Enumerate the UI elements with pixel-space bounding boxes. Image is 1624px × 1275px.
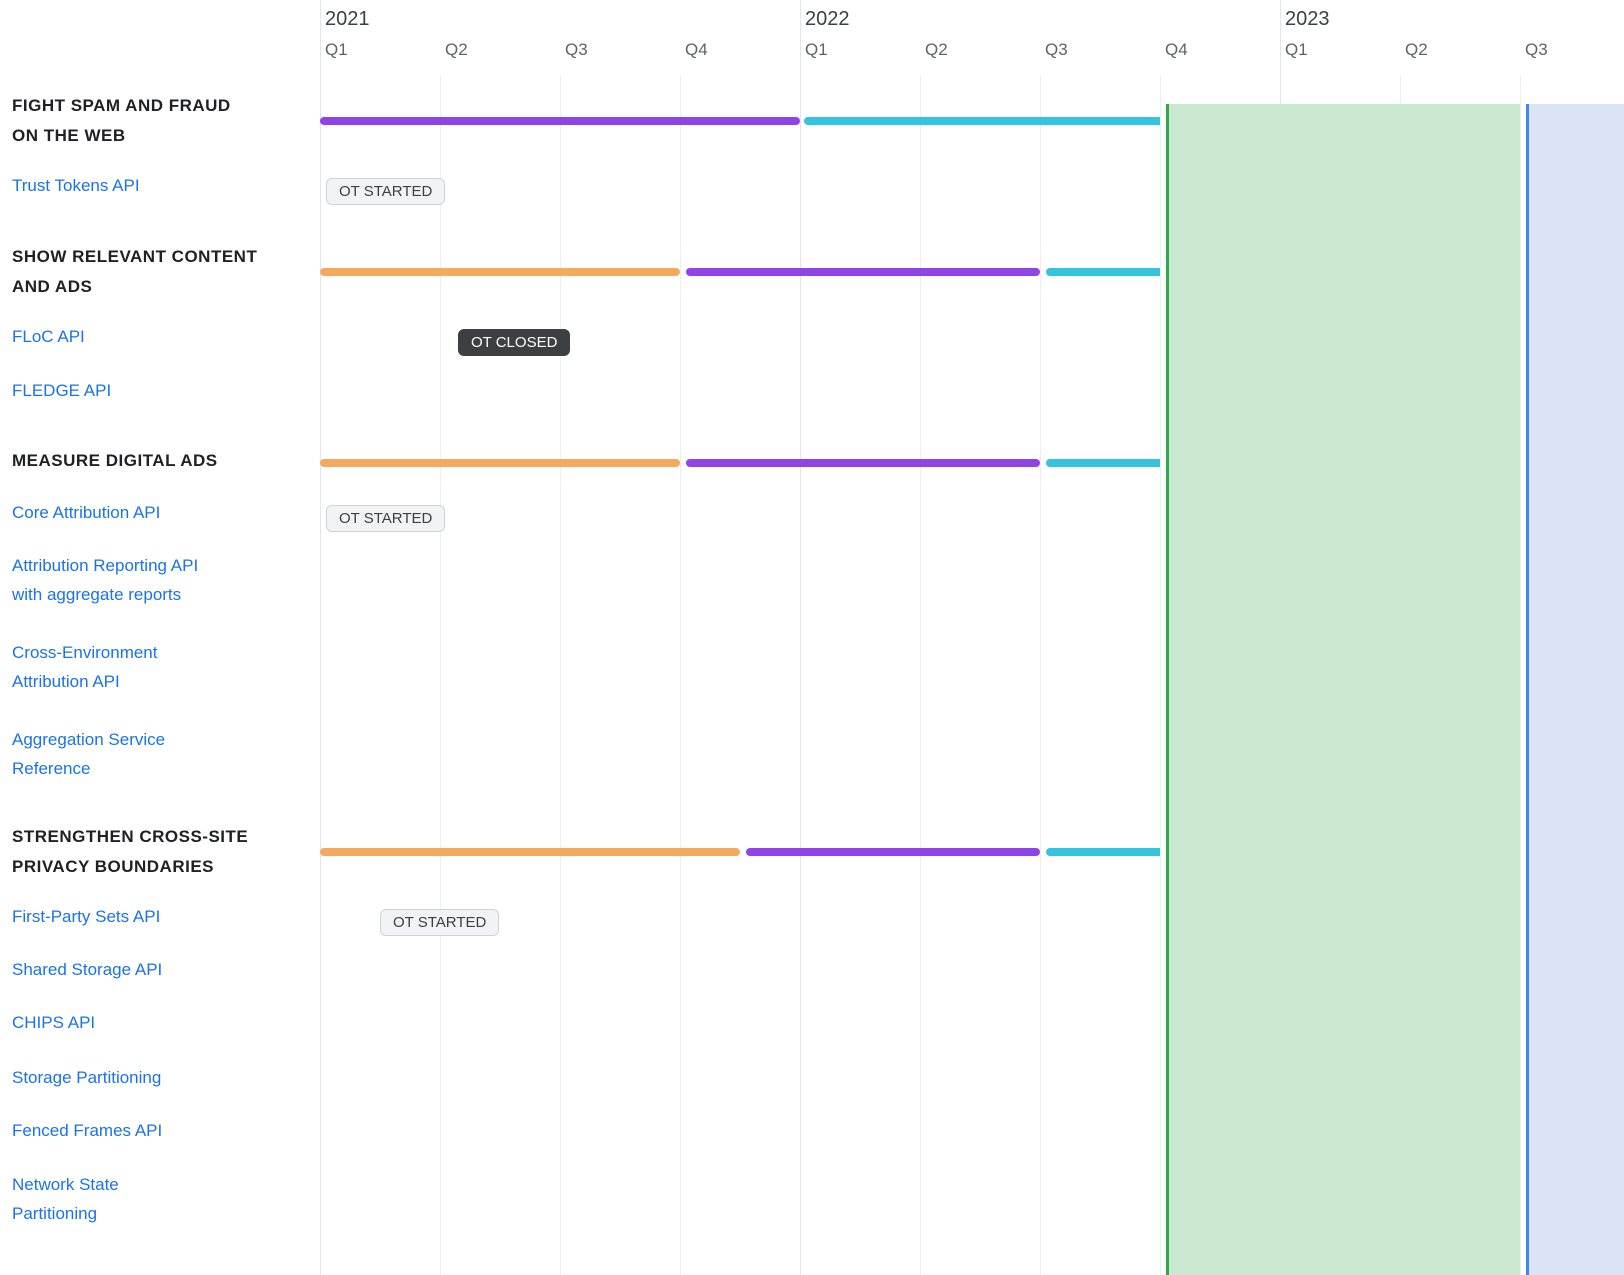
year-label: 2022 [805,8,850,31]
api-link[interactable]: Aggregation Service [12,730,165,750]
timeline-bar [320,117,800,125]
timeline-bar [686,268,1040,276]
year-gridline [320,0,321,1275]
quarter-label: Q4 [685,40,708,60]
quarter-label: Q3 [1045,40,1068,60]
api-link[interactable]: Core Attribution API [12,503,160,523]
quarter-gridline [440,75,441,1275]
api-link[interactable]: First-Party Sets API [12,907,160,927]
quarter-label: Q1 [325,40,348,60]
section-heading: SHOW RELEVANT CONTENT [12,247,257,267]
timeline-bar [320,459,680,467]
section-heading: FIGHT SPAM AND FRAUD [12,96,231,116]
api-link: Reference [12,759,90,779]
quarter-label: Q4 [1165,40,1188,60]
quarter-gridline [1040,75,1041,1275]
quarter-label: Q2 [445,40,468,60]
status-badge: OT STARTED [380,909,499,936]
quarter-gridline [1520,75,1521,1275]
quarter-label: Q3 [1525,40,1548,60]
quarter-label: Q2 [1405,40,1428,60]
quarter-label: Q1 [805,40,828,60]
status-badge: OT STARTED [326,178,445,205]
api-link[interactable]: FLEDGE API [12,381,111,401]
section-heading: MEASURE DIGITAL ADS [12,451,218,471]
api-link[interactable]: CHIPS API [12,1013,95,1033]
api-link: with aggregate reports [12,585,181,605]
section-heading: ON THE WEB [12,126,126,146]
year-gridline [800,0,801,1275]
quarter-label: Q2 [925,40,948,60]
timeline-bar [320,268,680,276]
year-label: 2021 [325,8,370,31]
status-badge: OT CLOSED [458,329,570,356]
api-link: Partitioning [12,1204,97,1224]
section-heading: STRENGTHEN CROSS-SITE [12,827,248,847]
quarter-label: Q3 [565,40,588,60]
section-heading: AND ADS [12,277,92,297]
api-link[interactable]: Storage Partitioning [12,1068,161,1088]
timeline-bar [320,848,740,856]
timeline-bar [1046,459,1160,467]
status-badge: OT STARTED [326,505,445,532]
api-link[interactable]: Network State [12,1175,119,1195]
api-link[interactable]: FLoC API [12,327,85,347]
api-link[interactable]: Cross-Environment [12,643,158,663]
api-link[interactable]: Fenced Frames API [12,1121,162,1141]
api-link[interactable]: Shared Storage API [12,960,162,980]
api-link[interactable]: Trust Tokens API [12,176,140,196]
api-link: Attribution API [12,672,120,692]
timeline-bar [1046,848,1160,856]
phase-zone [1526,104,1624,1275]
year-label: 2023 [1285,8,1330,31]
timeline-bar [804,117,1160,125]
phase-zone [1166,104,1520,1275]
timeline-bar [1046,268,1160,276]
api-link[interactable]: Attribution Reporting API [12,556,198,576]
quarter-gridline [1160,75,1161,1275]
quarter-gridline [560,75,561,1275]
section-heading: PRIVACY BOUNDARIES [12,857,214,877]
quarter-gridline [920,75,921,1275]
timeline-bar [686,459,1040,467]
quarter-gridline [680,75,681,1275]
timeline-bar [746,848,1040,856]
quarter-label: Q1 [1285,40,1308,60]
